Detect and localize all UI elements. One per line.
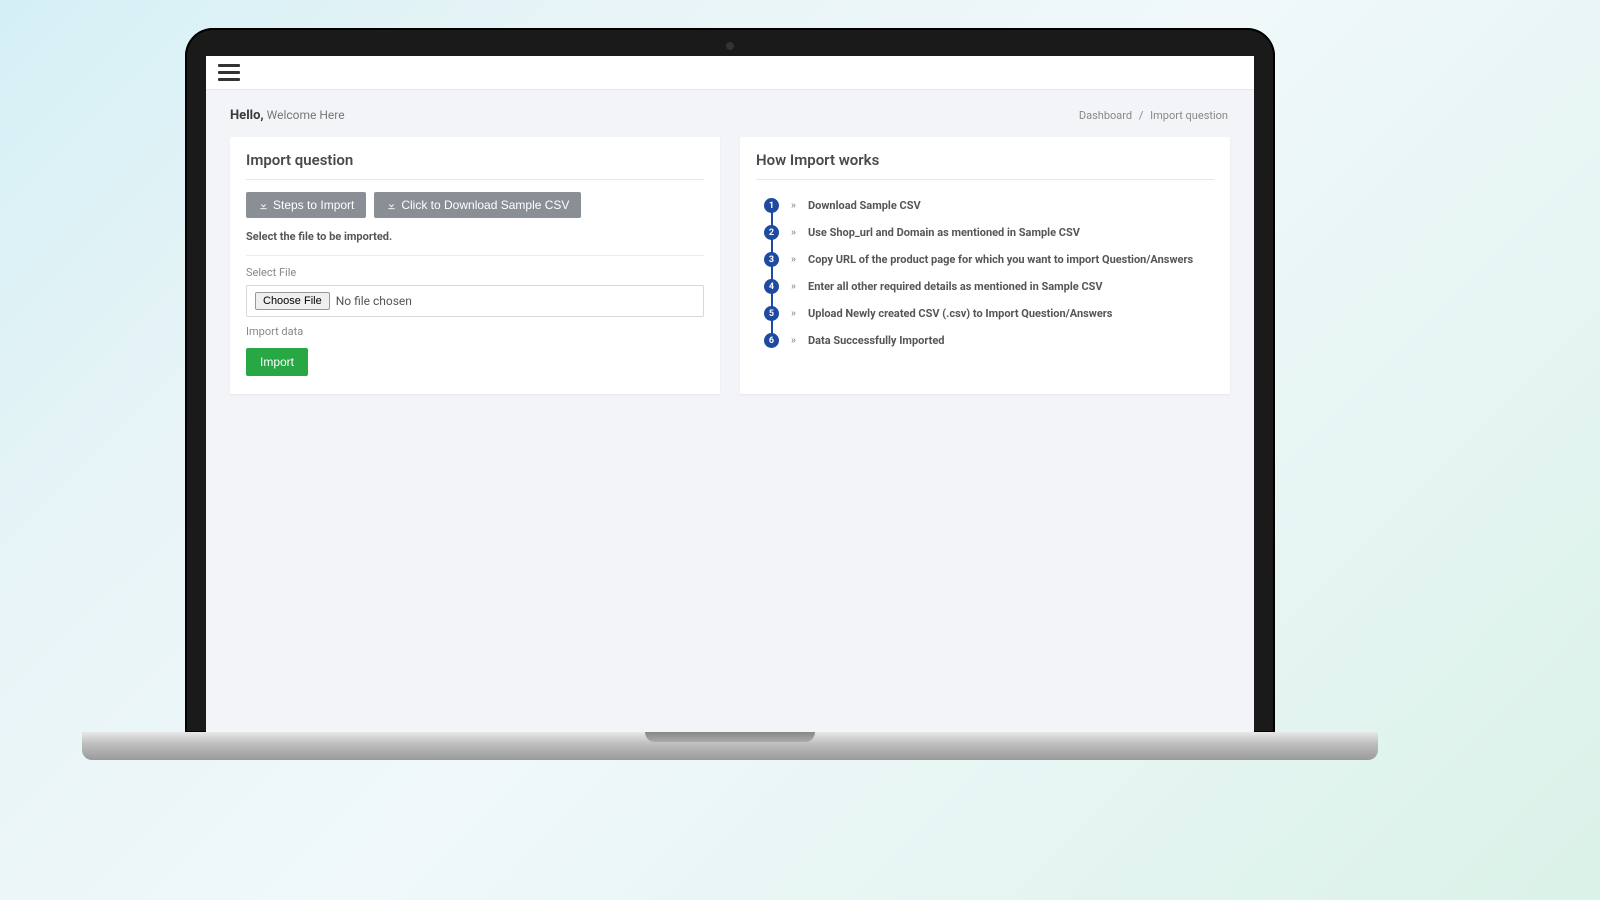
download-sample-csv-button[interactable]: Click to Download Sample CSV: [374, 192, 581, 218]
step-number-badge: 2: [764, 225, 779, 240]
step-item: 2 » Use Shop_url and Domain as mentioned…: [764, 219, 1214, 246]
import-data-label: Import data: [246, 325, 704, 338]
import-question-card: Import question Steps to Import Click to…: [230, 137, 720, 394]
chevron-right-icon: »: [791, 254, 796, 265]
steps-to-import-button[interactable]: Steps to Import: [246, 192, 366, 218]
chevron-right-icon: »: [791, 200, 796, 211]
app-header: [206, 56, 1254, 90]
chevron-right-icon: »: [791, 281, 796, 292]
how-import-works-card: How Import works 1 » Download Sample CSV…: [740, 137, 1230, 394]
card-title: How Import works: [756, 151, 1214, 180]
step-text: Copy URL of the product page for which y…: [808, 253, 1193, 266]
laptop-frame: Hello, Welcome Here Dashboard / Import q…: [185, 28, 1275, 733]
step-item: 3 » Copy URL of the product page for whi…: [764, 246, 1214, 273]
instruction-text: Select the file to be imported.: [246, 230, 704, 256]
step-text: Data Successfully Imported: [808, 334, 945, 347]
breadcrumb-root[interactable]: Dashboard: [1079, 109, 1132, 122]
chevron-right-icon: »: [791, 335, 796, 346]
chevron-right-icon: »: [791, 308, 796, 319]
step-item: 6 » Data Successfully Imported: [764, 327, 1214, 354]
screen: Hello, Welcome Here Dashboard / Import q…: [206, 56, 1254, 733]
laptop-camera: [726, 42, 734, 50]
step-item: 1 » Download Sample CSV: [764, 192, 1214, 219]
breadcrumb-sep: /: [1139, 109, 1144, 122]
greeting-sub: Welcome Here: [267, 108, 345, 122]
card-title: Import question: [246, 151, 704, 180]
step-number-badge: 4: [764, 279, 779, 294]
step-text: Upload Newly created CSV (.csv) to Impor…: [808, 307, 1112, 320]
step-number-badge: 5: [764, 306, 779, 321]
select-file-label: Select File: [246, 266, 704, 279]
file-status: No file chosen: [336, 294, 412, 308]
breadcrumb-current: Import question: [1150, 109, 1228, 122]
step-text: Use Shop_url and Domain as mentioned in …: [808, 226, 1080, 239]
app-body: Hello, Welcome Here Dashboard / Import q…: [206, 90, 1254, 733]
download-icon: [258, 200, 269, 211]
breadcrumb: Dashboard / Import question: [1077, 109, 1230, 122]
step-number-badge: 3: [764, 252, 779, 267]
steps-list: 1 » Download Sample CSV 2 » Use Shop_url…: [756, 192, 1214, 354]
hamburger-icon[interactable]: [218, 62, 240, 84]
laptop-base: [82, 732, 1378, 760]
greeting-hello: Hello,: [230, 108, 264, 123]
import-button[interactable]: Import: [246, 348, 308, 376]
panels: Import question Steps to Import Click to…: [206, 137, 1254, 394]
step-number-badge: 6: [764, 333, 779, 348]
greeting: Hello, Welcome Here: [230, 108, 345, 123]
step-item: 5 » Upload Newly created CSV (.csv) to I…: [764, 300, 1214, 327]
chevron-right-icon: »: [791, 227, 796, 238]
file-input[interactable]: Choose File No file chosen: [246, 285, 704, 317]
choose-file-button[interactable]: Choose File: [255, 292, 330, 310]
topbar: Hello, Welcome Here Dashboard / Import q…: [206, 90, 1254, 137]
step-number-badge: 1: [764, 198, 779, 213]
button-label: Steps to Import: [273, 198, 354, 212]
step-text: Download Sample CSV: [808, 199, 921, 212]
step-item: 4 » Enter all other required details as …: [764, 273, 1214, 300]
button-label: Click to Download Sample CSV: [401, 198, 569, 212]
laptop-notch: [645, 732, 815, 742]
step-text: Enter all other required details as ment…: [808, 280, 1103, 293]
download-icon: [386, 200, 397, 211]
